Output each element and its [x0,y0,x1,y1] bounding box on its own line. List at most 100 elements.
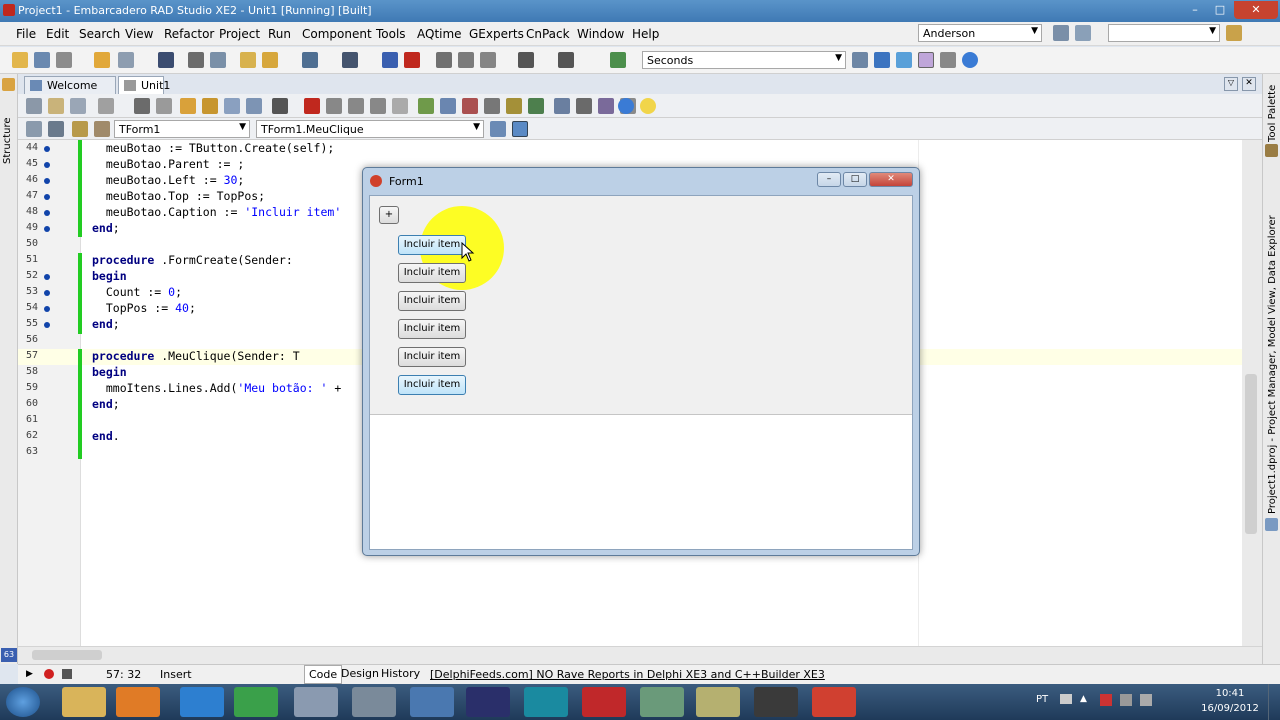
record-icon[interactable] [44,669,54,679]
incluir-item-button[interactable]: Incluir item [398,375,466,395]
clock-date[interactable]: 16/09/2012 [1198,703,1262,714]
lightbulb-icon[interactable] [640,98,656,114]
tool-icon-7[interactable] [554,98,570,114]
tool-icon-1[interactable] [418,98,434,114]
tab-history[interactable]: History [378,665,423,682]
menu-window[interactable]: Window [577,27,624,41]
back-icon[interactable] [518,52,534,68]
tool-icon[interactable] [918,52,934,68]
close-file-icon[interactable] [210,52,226,68]
help-icon[interactable] [962,52,978,68]
tab-list-icon[interactable]: ▽ [1224,77,1238,91]
forward-icon[interactable] [558,52,574,68]
tool-icon-4[interactable] [484,98,500,114]
execution-point-icon[interactable] [44,194,50,200]
execution-point-icon[interactable] [44,162,50,168]
h-scroll-thumb[interactable] [32,650,102,660]
tray-alert-icon[interactable] [1100,694,1112,706]
save-desktop-icon[interactable] [1053,25,1069,41]
component-icon-3[interactable] [224,98,240,114]
run-small-icon[interactable] [272,98,288,114]
help-book-icon[interactable] [610,52,626,68]
tools-task[interactable] [352,687,396,717]
run-without-debug-icon[interactable] [342,52,358,68]
tool-icon-5[interactable] [506,98,522,114]
nav-icon-1[interactable] [26,121,42,137]
step-icon-2[interactable] [348,98,364,114]
help-small-icon[interactable] [618,98,634,114]
align-icon[interactable] [48,98,64,114]
arduino-task[interactable] [524,687,568,717]
toggle-view-icon[interactable] [512,121,528,137]
stop-icon[interactable] [404,52,420,68]
code-line[interactable]: end. [92,429,120,443]
media-player-task[interactable] [116,687,160,717]
form-maximize-button[interactable]: □ [843,172,867,187]
execution-point-icon[interactable] [44,210,50,216]
menu-aqtime[interactable]: AQtime [417,27,462,41]
impl-icon[interactable] [94,121,110,137]
tray-arrow-icon[interactable]: ▲ [1080,694,1087,704]
code-line[interactable]: begin [92,269,127,283]
tray-network-icon[interactable] [1120,694,1132,706]
class-combo[interactable]: TForm1 ▼ [114,120,250,138]
view-unit-icon[interactable] [98,98,114,114]
menu-run[interactable]: Run [268,27,291,41]
incluir-item-button[interactable]: Incluir item [398,235,466,255]
ie-task[interactable] [180,687,224,717]
component-icon-4[interactable] [246,98,262,114]
step-out-icon[interactable] [480,52,496,68]
network-task[interactable] [640,687,684,717]
menu-component[interactable]: Component [302,27,372,41]
maximize-button[interactable]: □ [1208,1,1232,19]
clock-time[interactable]: 10:41 [1210,688,1250,699]
recorder-task[interactable] [754,687,798,717]
add-button[interactable]: + [379,206,399,224]
menu-help[interactable]: Help [632,27,659,41]
volume-icon[interactable] [1140,694,1152,706]
step-icon-4[interactable] [392,98,408,114]
intf-icon[interactable] [72,121,88,137]
code-line[interactable]: Count := 0; [92,285,182,299]
find-icon[interactable] [874,52,890,68]
language-indicator[interactable]: PT [1036,694,1048,705]
form1-window[interactable]: Form1 – □ ✕ + Incluir item Incluir item … [362,167,920,556]
menu-gexperts[interactable]: GExperts [469,27,524,41]
debug-desktop-icon[interactable] [1075,25,1091,41]
sync-icon[interactable] [490,121,506,137]
trace-into-icon[interactable] [436,52,452,68]
code-line[interactable]: meuBotao := TButton.Create(self); [92,141,334,155]
incluir-item-button[interactable]: Incluir item [398,347,466,367]
structure-panel-strip[interactable]: Structure [0,74,18,664]
code-line[interactable]: meuBotao.Caption := 'Incluir item' [92,205,341,219]
execution-point-icon[interactable] [44,322,50,328]
rad-studio-task[interactable] [582,687,626,717]
incluir-item-button[interactable]: Incluir item [398,263,466,283]
align-left-icon[interactable] [26,98,42,114]
nav-icon-2[interactable] [48,121,64,137]
code-line[interactable]: end; [92,397,120,411]
menu-refactor[interactable]: Refactor [164,27,214,41]
view-form-icon[interactable] [134,98,150,114]
code-line[interactable]: TopPos := 40; [92,301,196,315]
new-items-icon[interactable] [34,52,50,68]
vertical-scrollbar[interactable] [1242,140,1262,646]
tab-welcome-page[interactable]: Welcome Page [24,76,116,105]
code-line[interactable]: meuBotao.Parent := ; [92,157,244,171]
incluir-item-button[interactable]: Incluir item [398,291,466,311]
execution-point-icon[interactable] [44,226,50,232]
explorer-task[interactable] [62,687,106,717]
execution-point-icon[interactable] [44,290,50,296]
print-task[interactable] [294,687,338,717]
stop-macro-icon[interactable] [62,669,72,679]
globe-icon[interactable] [896,52,912,68]
postgres-task[interactable] [410,687,454,717]
execution-point-icon[interactable] [44,146,50,152]
tab-unit1[interactable]: Unit1 [118,76,170,94]
code-line[interactable]: end; [92,221,120,235]
save-all-icon[interactable] [188,52,204,68]
list-icon[interactable] [852,52,868,68]
menu-search[interactable]: Search [79,27,120,41]
horizontal-scrollbar[interactable] [18,646,1262,664]
execution-point-icon[interactable] [44,306,50,312]
